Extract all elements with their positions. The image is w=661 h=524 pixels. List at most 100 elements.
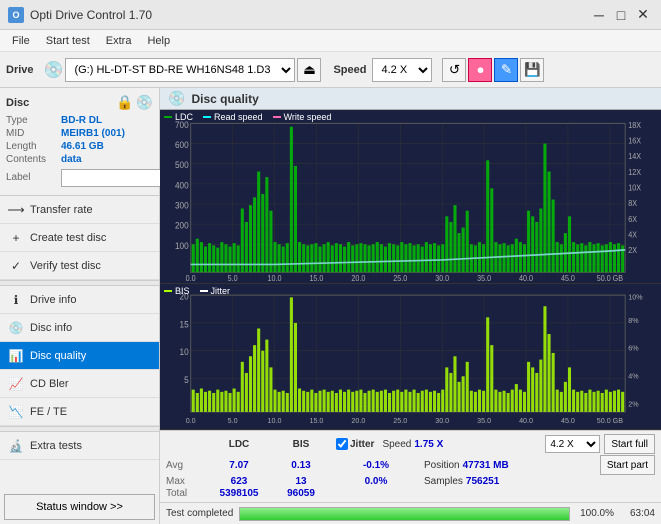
svg-text:35.0: 35.0 — [477, 416, 491, 425]
save-button[interactable]: 💾 — [520, 58, 544, 82]
chart2-svg: 20 15 10 5 10% 8% 6% 4% 2% 0.0 5.0 10.0 … — [160, 284, 661, 429]
svg-text:15: 15 — [180, 319, 189, 329]
content-header-title: Disc quality — [191, 92, 258, 106]
extra-tests-icon: 🔬 — [8, 438, 24, 454]
start-part-container: Start part — [600, 455, 655, 475]
drive-bar: Drive 💿 (G:) HL-DT-ST BD-RE WH16NS48 1.D… — [0, 52, 661, 88]
jitter-legend-item: Jitter — [200, 286, 231, 296]
speed-stat-value: 1.75 X — [414, 439, 443, 450]
progress-bar-fill — [240, 508, 569, 520]
verify-test-disc-icon: ✓ — [8, 258, 24, 274]
svg-text:14X: 14X — [628, 152, 641, 161]
start-part-button[interactable]: Start part — [600, 455, 655, 475]
ldc-legend-item: LDC — [164, 112, 193, 122]
svg-text:5.0: 5.0 — [228, 274, 238, 283]
max-jitter: 0.0% — [336, 476, 416, 487]
disc-lock-icon: 🔒 — [116, 94, 133, 111]
analyze-button[interactable]: ● — [468, 58, 492, 82]
svg-text:10.0: 10.0 — [268, 416, 282, 425]
svg-text:2%: 2% — [628, 399, 639, 408]
create-test-disc-icon: + — [8, 230, 24, 246]
nav-cd-bler[interactable]: 📈 CD Bler — [0, 370, 159, 398]
jitter-legend-label: Jitter — [211, 286, 231, 296]
progress-area: Test completed 100.0% 63:04 — [160, 502, 661, 524]
max-bis: 13 — [270, 476, 332, 487]
total-label: Total — [166, 488, 208, 499]
menu-help[interactable]: Help — [139, 33, 178, 49]
disc-type-value: BD-R DL — [61, 115, 102, 126]
nav-drive-info[interactable]: ℹ Drive info — [0, 286, 159, 314]
nav-extra-tests[interactable]: 🔬 Extra tests — [0, 432, 159, 460]
speed-selector[interactable]: 4.2 X — [372, 58, 432, 82]
svg-text:2X: 2X — [628, 246, 637, 255]
svg-text:16X: 16X — [628, 136, 641, 145]
disc-cd-icon: 💿 — [136, 94, 153, 111]
window-controls: ─ □ ✕ — [589, 5, 653, 25]
speed-label: Speed — [333, 64, 366, 76]
transfer-rate-icon: ⟶ — [8, 202, 24, 218]
titlebar-left: O Opti Drive Control 1.70 — [8, 7, 152, 23]
drive-icon: 💿 — [44, 60, 64, 80]
nav-create-test-disc[interactable]: + Create test disc — [0, 224, 159, 252]
svg-text:0.0: 0.0 — [186, 416, 196, 425]
refresh-button[interactable]: ↺ — [442, 58, 466, 82]
minimize-button[interactable]: ─ — [589, 5, 609, 25]
content-header-icon: 💿 — [168, 90, 185, 107]
close-button[interactable]: ✕ — [633, 5, 653, 25]
nav-fe-te[interactable]: 📉 FE / TE — [0, 398, 159, 426]
write-speed-legend-dot — [273, 116, 281, 118]
progress-bar-container — [239, 507, 570, 521]
start-full-button[interactable]: Start full — [604, 434, 655, 454]
nav-verify-test-disc[interactable]: ✓ Verify test disc — [0, 252, 159, 280]
jitter-checkbox[interactable] — [336, 438, 348, 450]
max-row: Max 623 13 0.0% Samples 756251 — [166, 476, 655, 487]
menu-extra[interactable]: Extra — [98, 33, 140, 49]
svg-text:600: 600 — [175, 140, 189, 150]
nav-drive-info-label: Drive info — [30, 294, 76, 306]
samples-value: 756251 — [466, 476, 499, 487]
nav-disc-info[interactable]: 💿 Disc info — [0, 314, 159, 342]
svg-text:45.0: 45.0 — [561, 416, 575, 425]
nav-disc-quality[interactable]: 📊 Disc quality — [0, 342, 159, 370]
svg-text:500: 500 — [175, 160, 189, 170]
app-title: Opti Drive Control 1.70 — [30, 8, 152, 22]
disc-header-icons: 🔒 💿 — [116, 94, 153, 111]
svg-text:200: 200 — [175, 220, 189, 230]
svg-text:8%: 8% — [628, 316, 639, 325]
menu-file[interactable]: File — [4, 33, 38, 49]
disc-label-row: Label ✎ — [6, 167, 153, 187]
svg-text:40.0: 40.0 — [519, 416, 533, 425]
svg-text:15.0: 15.0 — [309, 274, 323, 283]
menu-start-test[interactable]: Start test — [38, 33, 98, 49]
stats-area: LDC BIS Jitter Speed 1.75 X 4.2 X Start … — [160, 430, 661, 502]
samples-stat-area: Samples 756251 — [424, 476, 499, 487]
svg-text:6X: 6X — [628, 215, 637, 224]
svg-text:20.0: 20.0 — [351, 274, 365, 283]
svg-text:25.0: 25.0 — [393, 416, 407, 425]
svg-text:12X: 12X — [628, 168, 641, 177]
svg-text:10%: 10% — [628, 293, 643, 302]
nav-transfer-rate[interactable]: ⟶ Transfer rate — [0, 196, 159, 224]
chart2-container: BIS Jitter — [160, 284, 661, 430]
speed-icons: ↺ ● ✎ 💾 — [442, 58, 544, 82]
label-input[interactable] — [61, 169, 161, 187]
disc-mid-label: MID — [6, 128, 61, 139]
quality-speed-selector[interactable]: 4.2 X — [545, 435, 600, 453]
main-content: Disc 🔒 💿 Type BD-R DL MID MEIRB1 (001) L… — [0, 88, 661, 524]
status-window-button[interactable]: Status window >> — [4, 494, 155, 520]
maximize-button[interactable]: □ — [611, 5, 631, 25]
col-bis-header: BIS — [270, 439, 332, 450]
disc-contents-label: Contents — [6, 154, 61, 165]
max-ldc: 623 — [208, 476, 270, 487]
eject-button[interactable]: ⏏ — [297, 58, 321, 82]
nav-disc-quality-label: Disc quality — [30, 350, 86, 362]
disc-panel-title: Disc — [6, 97, 29, 109]
write-button[interactable]: ✎ — [494, 58, 518, 82]
cd-bler-icon: 📈 — [8, 376, 24, 392]
disc-mid-value: MEIRB1 (001) — [61, 128, 125, 139]
drive-selector[interactable]: (G:) HL-DT-ST BD-RE WH16NS48 1.D3 — [65, 58, 295, 82]
read-speed-legend-item: Read speed — [203, 112, 263, 122]
menubar: File Start test Extra Help — [0, 30, 661, 52]
disc-mid-row: MID MEIRB1 (001) — [6, 128, 153, 139]
avg-bis: 0.13 — [270, 460, 332, 471]
